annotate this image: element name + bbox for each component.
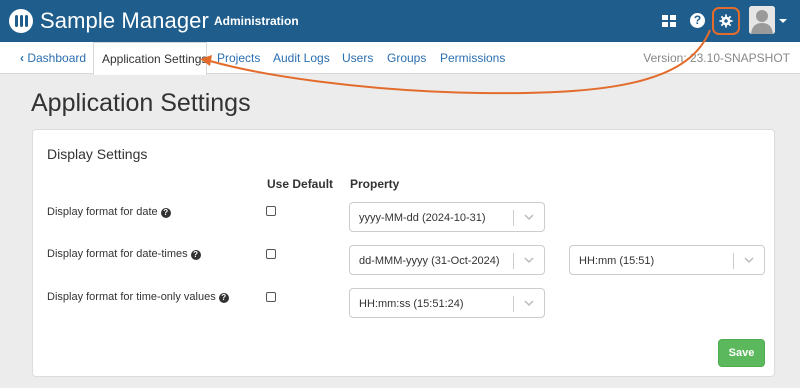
date-format-label-text: Display format for date — [47, 206, 158, 218]
help-tooltip-icon[interactable]: ? — [218, 293, 229, 303]
panel-title: Display Settings — [47, 146, 148, 162]
datetime-use-default-checkbox[interactable] — [266, 249, 276, 259]
select-divider — [513, 253, 514, 269]
datetime-time-value: HH:mm (15:51) — [579, 255, 655, 267]
time-format-value: HH:mm:ss (15:51:24) — [359, 298, 464, 310]
admin-subnav: ‹ Dashboard Application Settings Project… — [0, 42, 800, 75]
datetime-date-select[interactable]: dd-MMM-yyyy (31-Oct-2024) — [349, 245, 545, 275]
page-title: Application Settings — [31, 89, 251, 117]
dashboard-label: Dashboard — [27, 51, 87, 65]
chevron-down-icon[interactable] — [523, 211, 535, 223]
version-label: Version: 23.10-SNAPSHOT — [643, 51, 790, 65]
tab-audit-logs[interactable]: Audit Logs — [273, 51, 330, 65]
gear-icon[interactable] — [719, 14, 733, 28]
use-default-header: Use Default — [267, 177, 334, 191]
help-tooltip-icon[interactable]: ? — [190, 250, 201, 260]
datetime-time-select[interactable]: HH:mm (15:51) — [569, 245, 765, 275]
help-icon[interactable]: ? — [690, 13, 705, 28]
tab-application-settings[interactable]: Application Settings — [93, 42, 207, 75]
date-format-select[interactable]: yyyy-MM-dd (2024-10-31) — [349, 202, 545, 232]
datetime-date-value: dd-MMM-yyyy (31-Oct-2024) — [359, 255, 500, 267]
date-use-default-checkbox[interactable] — [266, 206, 276, 216]
chevron-down-icon[interactable] — [523, 297, 535, 309]
chevron-left-icon: ‹ — [20, 51, 24, 65]
sample-manager-logo-icon — [9, 9, 33, 33]
date-format-value: yyyy-MM-dd (2024-10-31) — [359, 212, 486, 224]
user-avatar-icon[interactable] — [749, 6, 775, 34]
gear-highlight — [712, 7, 740, 35]
time-use-default-checkbox[interactable] — [266, 292, 276, 302]
save-button[interactable]: Save — [718, 339, 765, 367]
date-format-label: Display format for date? — [47, 206, 171, 218]
chevron-down-icon[interactable] — [743, 254, 755, 266]
tab-permissions[interactable]: Permissions — [440, 51, 505, 65]
time-format-select[interactable]: HH:mm:ss (15:51:24) — [349, 288, 545, 318]
tab-users[interactable]: Users — [342, 51, 373, 65]
time-format-label: Display format for time-only values? — [47, 291, 229, 303]
time-format-label-text: Display format for time-only values — [47, 291, 216, 303]
app-grid-icon[interactable] — [661, 13, 677, 29]
datetime-format-label: Display format for date-times? — [47, 248, 201, 260]
select-divider — [733, 253, 734, 269]
help-tooltip-icon[interactable]: ? — [160, 208, 171, 218]
top-navbar: Sample Manager Administration ? — [0, 0, 800, 42]
tab-projects[interactable]: Projects — [217, 51, 260, 65]
app-name[interactable]: Sample Manager — [40, 8, 209, 34]
tab-application-settings-label: Application Settings — [102, 52, 208, 66]
user-menu-caret-icon[interactable] — [779, 19, 787, 23]
chevron-down-icon[interactable] — [523, 254, 535, 266]
display-settings-panel: Display Settings Use Default Property Di… — [32, 129, 775, 377]
datetime-format-label-text: Display format for date-times — [47, 248, 188, 260]
select-divider — [513, 296, 514, 312]
select-divider — [513, 210, 514, 226]
back-to-dashboard-link[interactable]: ‹ Dashboard — [20, 51, 86, 65]
section-title: Administration — [214, 14, 299, 28]
property-header: Property — [350, 177, 400, 191]
tab-groups[interactable]: Groups — [387, 51, 426, 65]
